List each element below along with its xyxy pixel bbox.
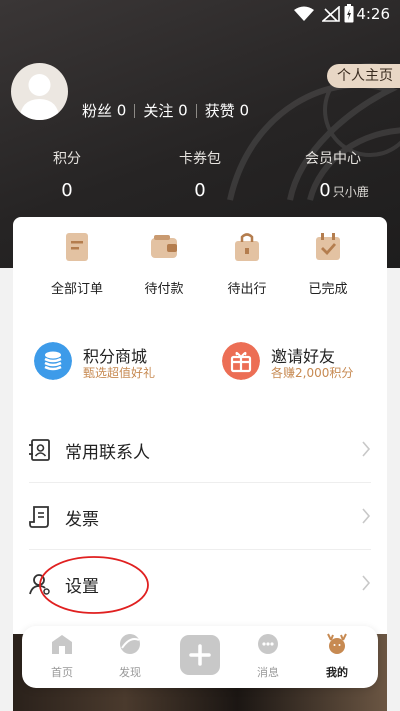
plus-icon: [189, 644, 211, 666]
coins-icon: [34, 342, 72, 380]
follow-stat[interactable]: 关注 0: [143, 101, 187, 121]
order-all[interactable]: 全部订单: [32, 232, 122, 297]
likes-stat[interactable]: 获赞 0: [205, 101, 249, 121]
avatar[interactable]: [11, 63, 68, 120]
tab-discover[interactable]: 发现: [100, 632, 160, 680]
tab-messages[interactable]: 消息: [238, 632, 298, 680]
bag-icon: [235, 233, 259, 261]
tab-mine[interactable]: 我的: [307, 632, 367, 680]
metric-points[interactable]: 积分 0: [12, 148, 122, 201]
message-icon: [258, 634, 278, 654]
chevron-right-icon: [362, 575, 371, 591]
order-shortcuts: 全部订单 待付款 待出行 已完成: [13, 232, 387, 312]
deer-icon: [327, 633, 347, 654]
home-icon: [52, 635, 72, 654]
clock: 4:26: [356, 5, 390, 23]
all-orders-icon: [66, 233, 88, 261]
invoice-icon: [29, 506, 49, 528]
status-bar: 4:26: [0, 0, 400, 28]
wallet-icon: [151, 235, 177, 258]
fans-stat[interactable]: 粉丝 0: [82, 101, 126, 121]
bottom-tab-bar: 首页 发现 消息 我的: [22, 626, 378, 688]
publish-button[interactable]: [180, 635, 220, 675]
contacts-icon: [29, 439, 50, 461]
order-upcoming-trip[interactable]: 待出行: [202, 232, 292, 297]
metric-coupons[interactable]: 卡券包 0: [145, 148, 255, 201]
points-mall[interactable]: 积分商城 甄选超值好礼: [34, 340, 204, 380]
annotation-circle: [39, 556, 149, 614]
wifi-icon: [294, 6, 314, 21]
metric-membership[interactable]: 会员中心 0 只小鹿: [278, 148, 388, 201]
no-signal-icon: [322, 6, 340, 22]
menu-invoice[interactable]: 发票: [29, 484, 371, 550]
menu-contacts[interactable]: 常用联系人: [29, 417, 371, 483]
discover-icon: [120, 634, 140, 654]
personal-homepage-button[interactable]: 个人主页: [327, 64, 400, 88]
default-avatar-icon: [19, 74, 60, 120]
invite-friends[interactable]: 邀请好友 各赚2,000积分: [222, 340, 372, 380]
order-completed[interactable]: 已完成: [283, 232, 373, 297]
gift-icon: [222, 342, 260, 380]
order-pending-payment[interactable]: 待付款: [119, 232, 209, 297]
tab-home[interactable]: 首页: [32, 632, 92, 680]
calendar-check-icon: [316, 233, 340, 260]
chevron-right-icon: [362, 441, 371, 457]
chevron-right-icon: [362, 508, 371, 524]
battery-charging-icon: [344, 4, 354, 23]
social-stats: 粉丝 0 关注 0 获赞 0: [82, 100, 249, 121]
